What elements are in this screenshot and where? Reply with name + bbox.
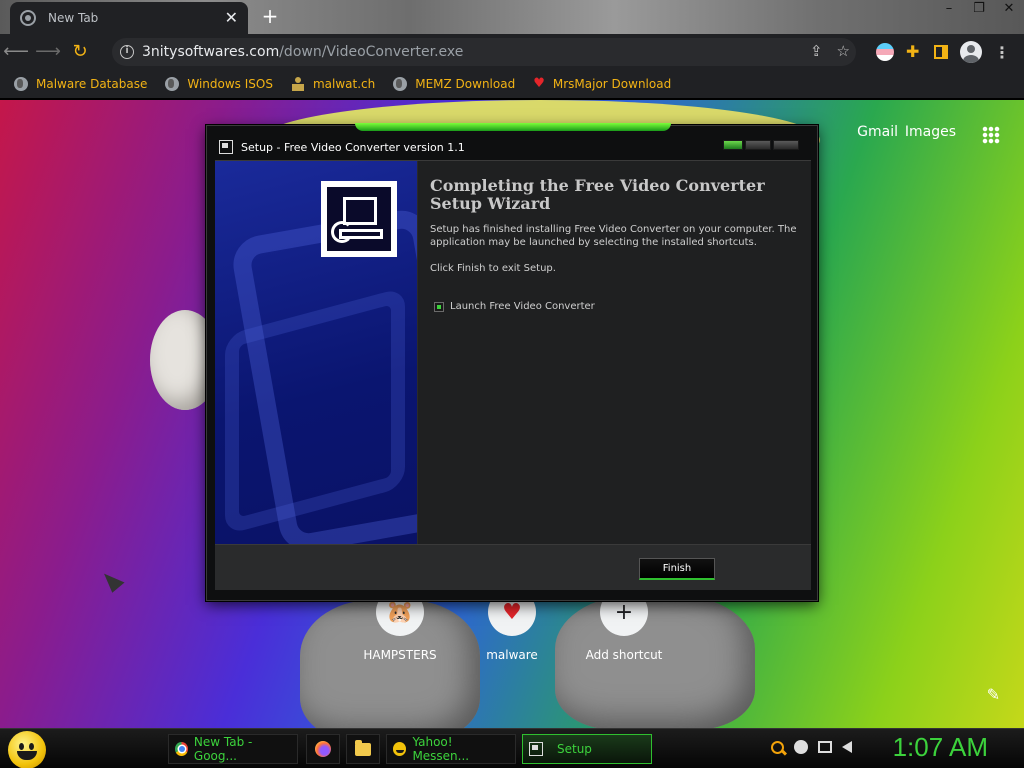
task-label: Setup	[557, 742, 592, 756]
task-chrome[interactable]: New Tab - Goog...	[168, 734, 298, 764]
bookmark-malwatch[interactable]: malwat.ch	[291, 77, 375, 91]
messenger-tray-icon[interactable]	[794, 740, 808, 754]
wizard-heading: Completing the Free Video Converter Setu…	[430, 176, 765, 213]
setup-dialog: Setup - Free Video Converter version 1.1…	[206, 123, 818, 601]
task-setup[interactable]: Setup	[522, 734, 652, 764]
logo-screen	[343, 197, 377, 225]
system-tray	[771, 740, 852, 754]
site-info-icon[interactable]: i	[120, 45, 134, 59]
dialog-window-controls	[723, 140, 799, 150]
dialog-button-bar: Finish	[215, 544, 811, 590]
task-label: New Tab - Goog...	[193, 735, 253, 763]
mouse-cursor-icon	[99, 567, 125, 593]
smiley-mouth	[17, 751, 37, 760]
globe-icon	[393, 77, 408, 91]
url-host: 3nitysoftwares.com	[142, 44, 280, 60]
figure-icon	[291, 77, 305, 91]
shortcut-label: Add shortcut	[585, 648, 663, 662]
dialog-glow	[355, 123, 671, 131]
restore-icon[interactable]: ❐	[964, 0, 994, 20]
globe-icon	[14, 77, 28, 91]
minimize-icon[interactable]: –	[934, 0, 964, 20]
bookmark-memz-download[interactable]: MEMZ Download	[393, 77, 515, 91]
shortcut-label: malware	[486, 648, 538, 662]
profile-flag-icon[interactable]	[876, 43, 894, 61]
share-icon[interactable]: ⇪	[810, 42, 823, 60]
wizard-content: Completing the Free Video Converter Setu…	[417, 161, 811, 545]
bookmark-label: MEMZ Download	[415, 77, 516, 91]
volume-icon[interactable]	[842, 741, 852, 753]
logo-background	[327, 187, 391, 251]
taskbar-clock[interactable]: 1:07 AM	[893, 732, 988, 763]
tab-strip: New Tab ✕ + – ❐ ✕	[0, 0, 1024, 34]
url-path: /down/VideoConverter.exe	[279, 44, 464, 60]
reload-button[interactable]: ↻	[64, 36, 96, 68]
images-link[interactable]: Images	[905, 124, 956, 140]
bookmark-label: Malware Database	[36, 77, 148, 91]
launch-checkbox-row[interactable]: Launch Free Video Converter	[434, 301, 595, 312]
tab-new-tab[interactable]: New Tab ✕	[10, 2, 248, 34]
side-panel-icon[interactable]	[934, 45, 948, 59]
task-label: Yahoo! Messen...	[412, 735, 470, 763]
bookmark-label: Windows ISOS	[187, 77, 273, 91]
shortcut-label: HAMPSTERS	[363, 648, 437, 662]
smiley-eye	[19, 743, 24, 750]
bookmark-windows-isos[interactable]: Windows ISOS	[165, 77, 273, 91]
heart-icon: ♥	[533, 76, 545, 91]
logo-disc	[331, 221, 353, 243]
extensions-puzzle-icon[interactable]: ✚	[906, 44, 922, 60]
dialog-title: Setup - Free Video Converter version 1.1	[241, 140, 465, 154]
dialog-close-icon[interactable]	[773, 140, 799, 150]
address-bar[interactable]: i 3nitysoftwares.com/down/VideoConverter…	[112, 38, 856, 66]
bookmark-malware-database[interactable]: Malware Database	[14, 77, 147, 91]
bookmark-star-icon[interactable]: ☆	[837, 42, 850, 60]
yahoo-smiley-icon	[393, 742, 407, 756]
chrome-favicon-icon	[20, 10, 36, 26]
setup-icon	[529, 742, 543, 756]
google-apps-icon[interactable]	[982, 126, 1000, 144]
task-firefox[interactable]	[306, 734, 340, 764]
back-button[interactable]: ⟵	[0, 36, 32, 68]
forward-button[interactable]: ⟶	[32, 36, 64, 68]
profile-avatar[interactable]	[960, 41, 982, 63]
folder-icon	[355, 739, 371, 756]
setup-icon	[219, 140, 233, 154]
firefox-icon	[315, 741, 331, 757]
browser-toolbar: ⟵ ⟶ ↻ i 3nitysoftwares.com/down/VideoCon…	[0, 34, 1024, 70]
installer-computer-icon	[321, 181, 397, 257]
smiley-eye	[29, 743, 34, 750]
new-tab-button[interactable]: +	[258, 4, 282, 28]
wizard-instruction: Click Finish to exit Setup.	[430, 263, 556, 274]
bookmarks-bar: Malware Database Windows ISOS malwat.ch …	[0, 70, 1024, 98]
dialog-maximize-icon[interactable]	[745, 140, 771, 150]
gmail-link[interactable]: Gmail	[857, 124, 898, 140]
globe-icon	[165, 77, 180, 91]
tab-close-icon[interactable]: ✕	[225, 10, 238, 26]
dialog-minimize-icon[interactable]	[723, 140, 743, 150]
chrome-icon	[175, 742, 188, 756]
bookmark-mrsmajor-download[interactable]: ♥ MrsMajor Download	[533, 76, 672, 92]
task-file-explorer[interactable]	[346, 734, 380, 764]
launch-checkbox-label[interactable]: Launch Free Video Converter	[450, 301, 595, 312]
browser-menu-icon[interactable]: ⋮	[994, 43, 1010, 62]
close-icon[interactable]: ✕	[994, 0, 1024, 20]
search-icon[interactable]	[771, 740, 784, 754]
taskbar: New Tab - Goog... Yahoo! Messen... Setup…	[0, 728, 1024, 768]
wizard-body-text: Setup has finished installing Free Video…	[430, 224, 797, 248]
finish-button[interactable]: Finish	[639, 558, 715, 580]
bookmark-label: MrsMajor Download	[552, 77, 672, 91]
tab-title: New Tab	[48, 11, 99, 25]
bookmark-label: malwat.ch	[312, 77, 376, 91]
network-icon[interactable]	[818, 741, 832, 753]
dialog-body: Completing the Free Video Converter Setu…	[215, 160, 811, 545]
launch-checkbox[interactable]	[434, 301, 444, 312]
window-controls: – ❐ ✕	[934, 0, 1024, 20]
customize-pencil-icon[interactable]: ✎	[987, 685, 1000, 704]
task-yahoo-messenger[interactable]: Yahoo! Messen...	[386, 734, 516, 764]
wizard-side-banner	[215, 161, 417, 545]
start-button[interactable]	[8, 731, 46, 768]
